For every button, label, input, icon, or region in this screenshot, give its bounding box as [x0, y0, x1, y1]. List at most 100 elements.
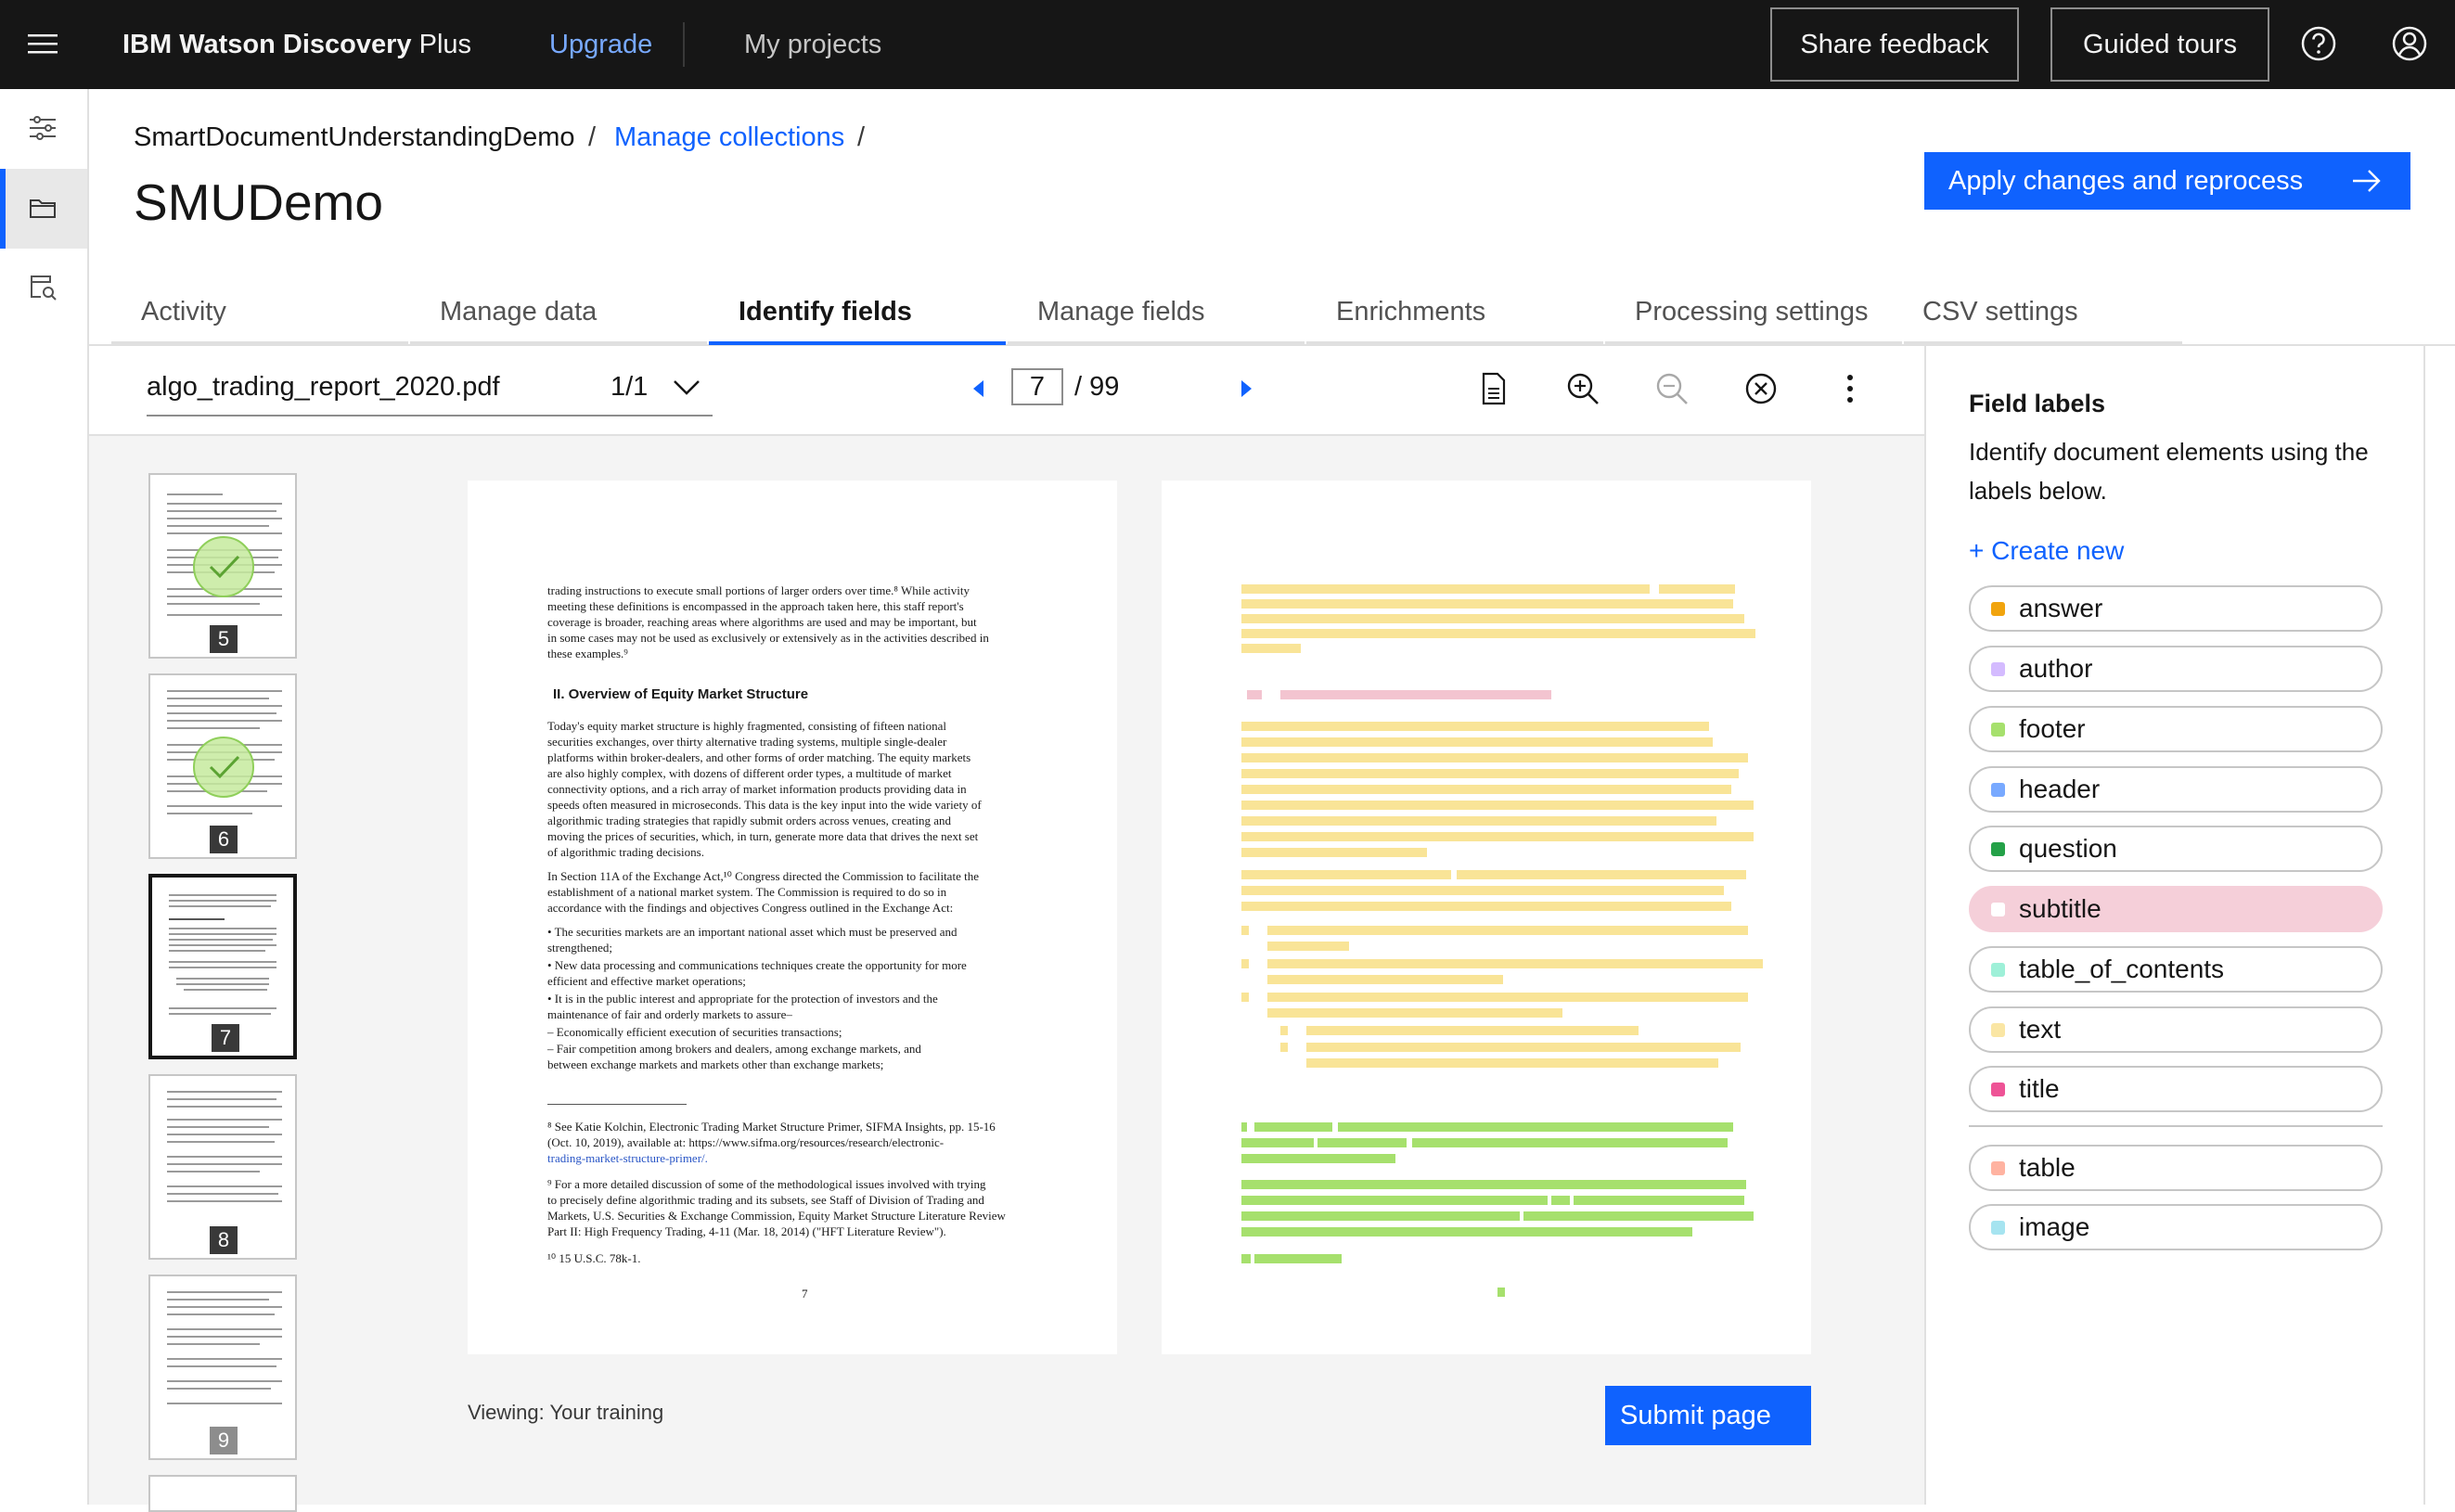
page-thumbnail-current[interactable]: 7 — [148, 874, 297, 1059]
zoom-out-icon[interactable] — [1653, 370, 1690, 407]
label-chip-author[interactable]: author — [1969, 646, 2383, 692]
label-region-text[interactable] — [1267, 942, 1349, 951]
label-chip-answer[interactable]: answer — [1969, 585, 2383, 632]
label-region-text[interactable] — [1241, 801, 1754, 810]
label-region-footer[interactable] — [1254, 1122, 1332, 1132]
label-region-text[interactable] — [1241, 599, 1733, 609]
label-region-text[interactable] — [1241, 737, 1713, 747]
label-chip-question[interactable]: question — [1969, 826, 2383, 872]
overflow-menu-icon[interactable] — [1832, 370, 1869, 407]
label-chip-table[interactable]: table — [1969, 1145, 2383, 1191]
label-chip-table-of-contents[interactable]: table_of_contents — [1969, 946, 2383, 993]
label-region-text[interactable] — [1241, 886, 1724, 895]
label-region-text[interactable] — [1241, 644, 1301, 653]
label-region-subtitle[interactable] — [1280, 690, 1551, 699]
breadcrumb-project[interactable]: SmartDocumentUnderstandingDemo — [134, 122, 575, 153]
label-region-text[interactable] — [1241, 832, 1754, 841]
label-region-footer[interactable] — [1412, 1138, 1728, 1147]
label-chip-subtitle[interactable]: subtitle — [1969, 886, 2383, 932]
label-region-footer[interactable] — [1241, 1122, 1247, 1132]
tab-manage-fields[interactable]: Manage fields — [1008, 278, 1305, 345]
label-region-text[interactable] — [1241, 584, 1650, 594]
label-chip-image[interactable]: image — [1969, 1204, 2383, 1250]
caret-right-icon[interactable] — [1236, 378, 1254, 400]
tab-enrichments[interactable]: Enrichments — [1306, 278, 1603, 345]
tab-identify-fields[interactable]: Identify fields — [709, 278, 1006, 345]
zoom-in-icon[interactable] — [1564, 370, 1601, 407]
rail-item-collections[interactable] — [0, 169, 87, 249]
label-region-text[interactable] — [1306, 1026, 1639, 1035]
label-region-footer[interactable] — [1551, 1196, 1570, 1205]
tab-activity[interactable]: Activity — [111, 278, 408, 345]
rail-item-settings[interactable] — [0, 89, 87, 169]
label-region-footer[interactable] — [1241, 1138, 1314, 1147]
tab-csv-settings[interactable]: CSV settings — [1904, 278, 2182, 345]
file-dropdown[interactable]: algo_trading_report_2020.pdf 1/1 — [147, 365, 713, 416]
label-chip-text[interactable]: text — [1969, 1006, 2383, 1053]
label-region-footer[interactable] — [1338, 1122, 1733, 1132]
caret-left-icon[interactable] — [970, 378, 989, 400]
label-region-text[interactable] — [1241, 993, 1249, 1002]
breadcrumb-manage-collections[interactable]: Manage collections — [614, 122, 844, 153]
guided-tours-button[interactable]: Guided tours — [2050, 7, 2269, 82]
label-region-text[interactable] — [1241, 959, 1249, 968]
label-region-text[interactable] — [1267, 975, 1503, 984]
menu-icon[interactable] — [26, 28, 63, 61]
label-region-footer[interactable] — [1241, 1180, 1746, 1189]
label-region-text[interactable] — [1306, 1058, 1718, 1068]
label-region-text[interactable] — [1457, 870, 1746, 879]
label-region-text[interactable] — [1267, 1008, 1562, 1018]
create-new-label-link[interactable]: + Create new — [1969, 536, 2124, 566]
label-region-footer[interactable] — [1317, 1138, 1407, 1147]
panel-scrollbar[interactable] — [2423, 346, 2425, 1505]
label-region-footer[interactable] — [1523, 1211, 1754, 1221]
label-region-text[interactable] — [1241, 902, 1731, 911]
apply-changes-button[interactable]: Apply changes and reprocess — [1924, 152, 2410, 210]
label-region-text[interactable] — [1267, 926, 1748, 935]
page-thumbnail[interactable]: 9 — [148, 1275, 297, 1460]
label-chip-header[interactable]: header — [1969, 766, 2383, 813]
page-thumbnail[interactable]: 8 — [148, 1074, 297, 1260]
share-feedback-button[interactable]: Share feedback — [1770, 7, 2019, 82]
label-region-footer[interactable] — [1241, 1196, 1548, 1205]
label-region-text[interactable] — [1241, 848, 1427, 857]
label-region-text[interactable] — [1241, 870, 1451, 879]
clear-icon[interactable] — [1742, 370, 1780, 407]
my-projects-link[interactable]: My projects — [744, 0, 881, 89]
rail-item-improve[interactable] — [0, 249, 87, 328]
page-thumbnail[interactable]: 6 — [148, 673, 297, 859]
submit-page-button[interactable]: Submit page — [1605, 1386, 1811, 1445]
label-region-footer[interactable] — [1254, 1254, 1342, 1263]
label-region-footer[interactable] — [1241, 1154, 1395, 1163]
page-thumbnail[interactable] — [148, 1475, 297, 1512]
label-region-text[interactable] — [1241, 722, 1709, 731]
page-number-input[interactable]: 7 — [1011, 368, 1063, 405]
label-region-text[interactable] — [1241, 753, 1748, 762]
doc-footnote-link[interactable]: trading-market-structure-primer/. — [547, 1150, 708, 1166]
label-region-text[interactable] — [1280, 1043, 1288, 1052]
label-region-text[interactable] — [1241, 614, 1744, 623]
tab-manage-data[interactable]: Manage data — [410, 278, 707, 345]
label-region-footer[interactable] — [1574, 1196, 1744, 1205]
label-region-subtitle[interactable] — [1247, 690, 1262, 699]
label-region-footer[interactable] — [1241, 1211, 1520, 1221]
label-region-footer[interactable] — [1241, 1254, 1251, 1263]
label-region-text[interactable] — [1241, 769, 1739, 778]
label-chip-title[interactable]: title — [1969, 1066, 2383, 1112]
product-name[interactable]: IBM Watson Discovery Plus — [122, 0, 471, 89]
label-region-text[interactable] — [1267, 959, 1763, 968]
label-region-text[interactable] — [1241, 785, 1731, 794]
label-region-text[interactable] — [1659, 584, 1735, 594]
help-icon[interactable] — [2299, 24, 2338, 63]
label-region-text[interactable] — [1241, 629, 1755, 638]
user-avatar-icon[interactable] — [2390, 24, 2429, 63]
label-region-text[interactable] — [1280, 1026, 1288, 1035]
page-thumbnail[interactable]: 5 — [148, 473, 297, 659]
label-region-text[interactable] — [1241, 816, 1716, 826]
label-region-footer[interactable] — [1241, 1227, 1692, 1237]
label-region-text[interactable] — [1267, 993, 1748, 1002]
tab-processing-settings[interactable]: Processing settings — [1605, 278, 1902, 345]
label-region-footer[interactable] — [1497, 1288, 1505, 1297]
document-view-icon[interactable] — [1475, 370, 1512, 407]
label-region-text[interactable] — [1241, 926, 1249, 935]
